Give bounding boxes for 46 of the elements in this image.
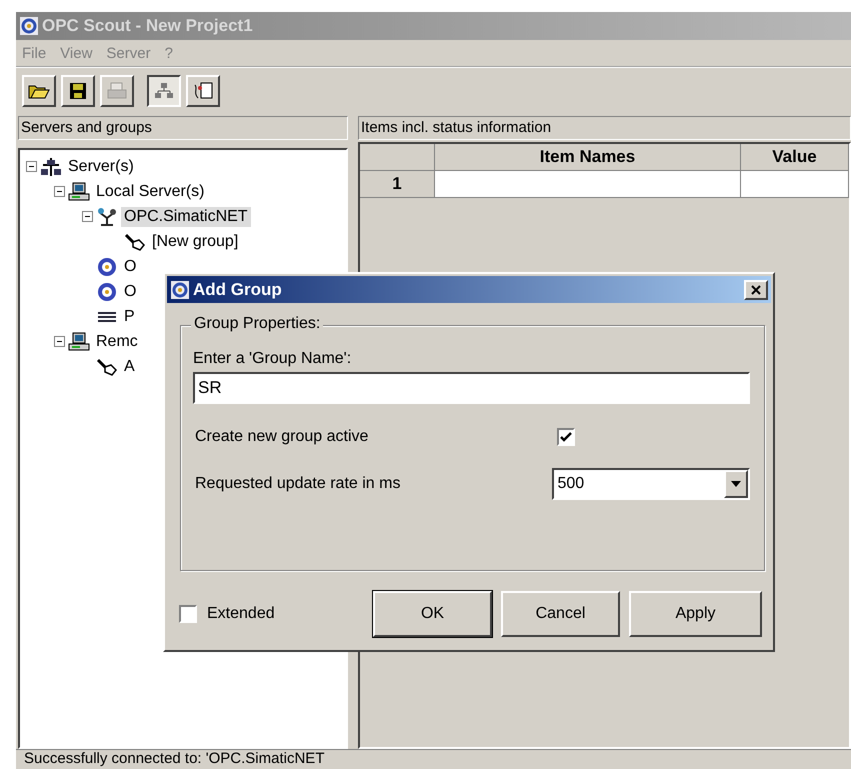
hand-icon [124, 232, 146, 252]
panel-header: Servers and groups [18, 116, 348, 140]
dialog-button[interactable]: Apply [629, 591, 762, 637]
tree-item[interactable]: Remc [93, 332, 141, 352]
computer-icon [68, 332, 90, 352]
checkbox-label: Extended [207, 605, 276, 623]
checkbox[interactable] [557, 428, 575, 446]
checkbox[interactable] [179, 605, 197, 623]
app-icon [170, 280, 190, 300]
close-icon [750, 284, 762, 296]
checkbox-label: Create new group active [195, 428, 370, 446]
tree-item[interactable]: O [121, 282, 140, 302]
app-icon [19, 16, 39, 36]
collapse-toggle-icon[interactable] [26, 161, 37, 172]
print-icon [106, 81, 128, 101]
field-label: Enter a 'Group Name': [193, 350, 352, 368]
status-text: Successfully connected to: 'OPC.SimaticNET [24, 750, 324, 767]
table-cell[interactable] [741, 171, 849, 198]
dialog-button[interactable]: Cancel [501, 591, 620, 637]
tree-item[interactable]: [New group] [149, 232, 242, 252]
table-cell[interactable] [435, 171, 741, 198]
dropdown-arrow-icon [731, 481, 741, 487]
computer-icon [68, 182, 90, 202]
hand-icon [96, 356, 118, 376]
update-rate-dropdown[interactable]: 500 [552, 468, 750, 500]
toolbar-button[interactable] [147, 75, 181, 107]
dialog-button[interactable]: OK [373, 591, 492, 637]
group-title: Group Properties: [191, 315, 324, 333]
window-title: OPC Scout - New Project1 [42, 16, 253, 36]
collapse-toggle-icon[interactable] [54, 186, 65, 197]
panel-header: Items incl. status information [358, 116, 851, 140]
tree-item[interactable]: Local Server(s) [93, 182, 208, 202]
collapse-toggle-icon[interactable] [82, 211, 93, 222]
save-icon [67, 81, 89, 101]
collapse-toggle-icon[interactable] [54, 336, 65, 347]
tree-item[interactable]: A [121, 356, 138, 376]
close-button[interactable] [744, 280, 768, 300]
tree-item[interactable]: Server(s) [65, 156, 137, 176]
network-icon [40, 156, 62, 176]
tree-item[interactable]: O [121, 256, 140, 276]
group-name-field[interactable]: SR [193, 372, 750, 404]
tree-item[interactable]: OPC.SimaticNET [121, 206, 251, 226]
field-label: Requested update rate in ms [195, 475, 402, 493]
dialog-title: Add Group [193, 280, 283, 300]
tree-item[interactable]: P [121, 306, 138, 326]
tree-view-icon [153, 81, 175, 101]
